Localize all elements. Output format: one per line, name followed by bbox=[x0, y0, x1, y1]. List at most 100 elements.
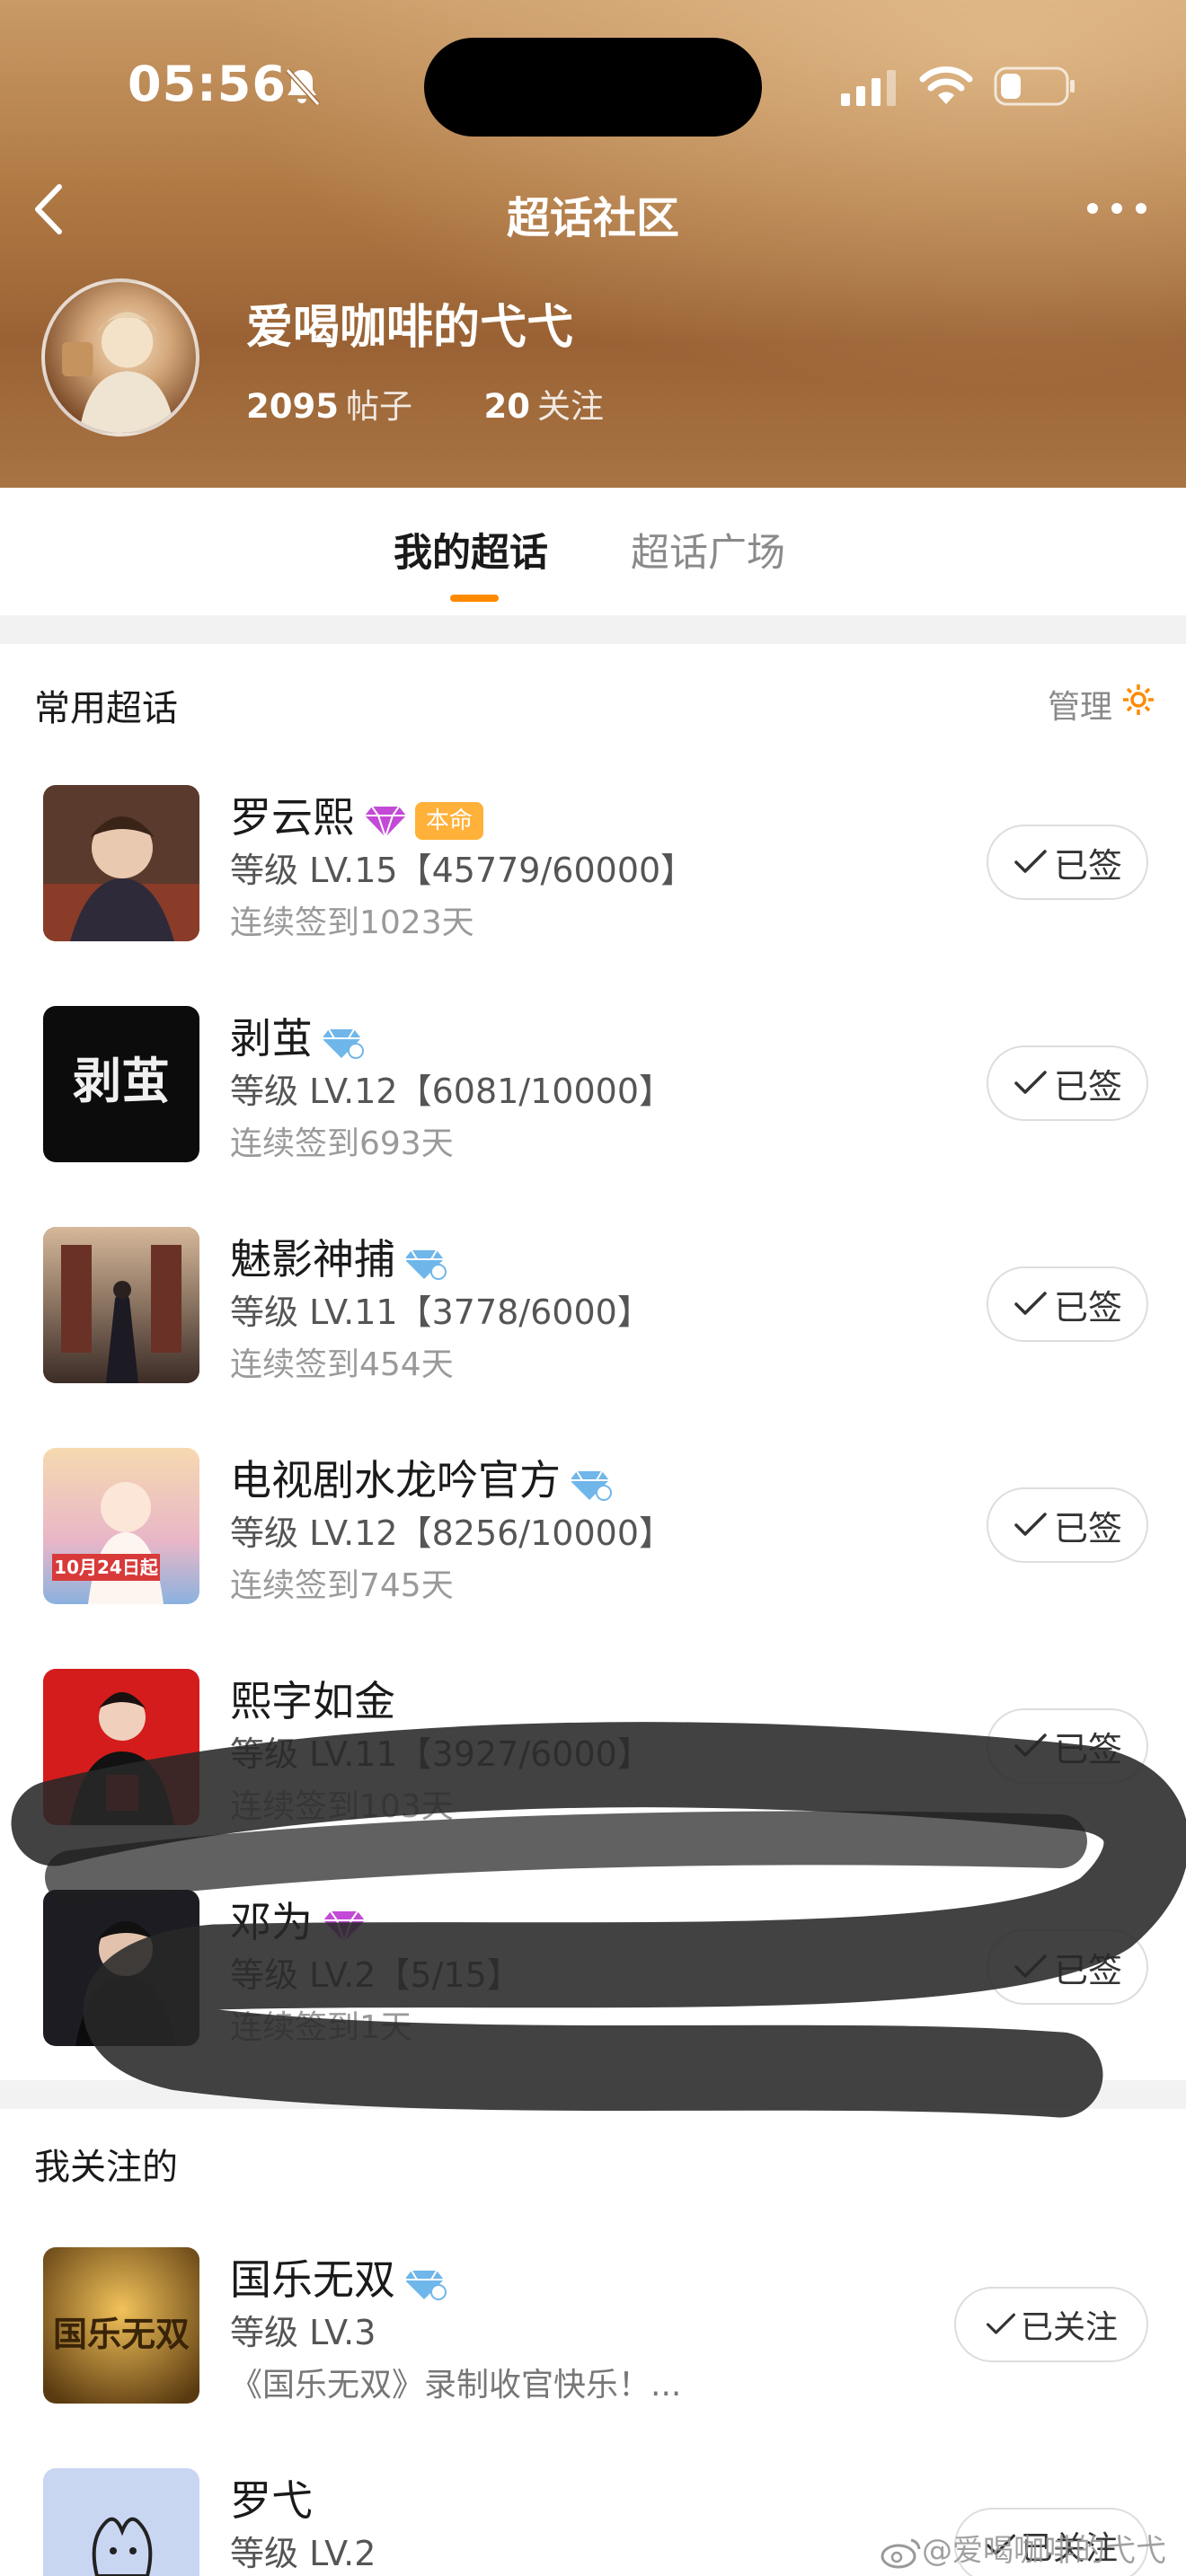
purple-diamond-icon bbox=[365, 805, 406, 839]
topic-level: 等级 LV.2 bbox=[230, 2534, 376, 2573]
checkin-streak: 连续签到693天 bbox=[230, 1125, 454, 1162]
topic-name-row: 国乐无双 bbox=[230, 2247, 447, 2307]
following-label[interactable]: 关注 bbox=[537, 387, 604, 426]
active-tab-indicator bbox=[450, 595, 499, 602]
signed-label: 已签 bbox=[1053, 1950, 1122, 1990]
check-icon bbox=[1014, 1292, 1047, 1315]
list-item[interactable]: 邓为 等级 LV.2【5/15】 连续签到1天 已签 bbox=[0, 1890, 1186, 2111]
thumb-date-text: 10月24日起 bbox=[54, 1557, 159, 1578]
signed-label: 已签 bbox=[1053, 1508, 1122, 1548]
checkin-streak: 连续签到1天 bbox=[230, 2009, 412, 2046]
topic-name-row: 罗弋 bbox=[230, 2468, 313, 2527]
topic-name[interactable]: 剥茧 bbox=[230, 1014, 313, 1063]
status-time: 05:56 bbox=[128, 56, 287, 112]
blue-diamond-icon bbox=[406, 2269, 447, 2300]
manage-button[interactable]: 管理 bbox=[1048, 681, 1112, 728]
frequent-section-title: 常用超话 bbox=[34, 688, 178, 729]
following-count[interactable]: 20 bbox=[484, 387, 531, 426]
topic-name[interactable]: 国乐无双 bbox=[230, 2255, 395, 2304]
page-title: 超话社区 bbox=[506, 193, 679, 243]
topic-name[interactable]: 熙字如金 bbox=[230, 1677, 395, 1725]
signed-label: 已签 bbox=[1053, 1287, 1122, 1328]
list-item[interactable]: 10月24日起 电视剧水龙吟官方 等级 LV.12【8256/10000】 连续… bbox=[0, 1448, 1186, 1669]
signed-button[interactable]: 已签 bbox=[987, 825, 1148, 900]
signed-button[interactable]: 已签 bbox=[987, 1708, 1148, 1784]
topic-name[interactable]: 罗弋 bbox=[230, 2476, 313, 2525]
topic-level: 等级 LV.11【3927/6000】 bbox=[230, 1734, 651, 1774]
watermark-text: @爱喝咖啡的弋弋 bbox=[922, 2533, 1166, 2569]
list-item[interactable]: 国乐无双 国乐无双 等级 LV.3 《国乐无双》录制收官快乐！... 已关注 bbox=[0, 2247, 1186, 2468]
bell-muted-icon bbox=[285, 67, 321, 107]
check-icon bbox=[1014, 1513, 1047, 1536]
user-avatar[interactable] bbox=[41, 278, 199, 437]
blue-diamond-icon bbox=[406, 1248, 447, 1280]
topic-level: 等级 LV.12【6081/10000】 bbox=[230, 1072, 673, 1111]
check-icon bbox=[987, 2313, 1015, 2334]
thumb-title-text: 剥茧 bbox=[73, 1052, 170, 1109]
purple-diamond-icon bbox=[323, 1910, 365, 1944]
topic-name[interactable]: 邓为 bbox=[230, 1898, 313, 1946]
topic-name-row: 魅影神捕 bbox=[230, 1227, 447, 1286]
topic-level: 等级 LV.2【5/15】 bbox=[230, 1955, 521, 1995]
topic-thumbnail[interactable]: 国乐无双 bbox=[43, 2247, 199, 2404]
list-item[interactable]: 剥茧 剥茧 等级 LV.12【6081/10000】 连续签到693天 已签 bbox=[0, 1006, 1186, 1227]
user-name[interactable]: 爱喝咖啡的弋弋 bbox=[246, 289, 573, 357]
topic-thumbnail[interactable]: 10月24日起 bbox=[43, 1448, 199, 1604]
battery-icon bbox=[994, 66, 1075, 106]
user-stats: 2095 帖子 20 关注 bbox=[246, 379, 604, 428]
check-icon bbox=[1014, 850, 1047, 873]
checkin-streak: 连续签到745天 bbox=[230, 1567, 454, 1604]
topic-level: 等级 LV.15【45779/60000】 bbox=[230, 851, 695, 890]
signed-button[interactable]: 已签 bbox=[987, 1045, 1148, 1121]
signed-label: 已签 bbox=[1053, 845, 1122, 886]
signed-button[interactable]: 已签 bbox=[987, 1487, 1148, 1563]
topic-name-row: 邓为 bbox=[230, 1890, 365, 1949]
topic-thumbnail[interactable] bbox=[43, 2468, 199, 2576]
checkin-streak: 连续签到454天 bbox=[230, 1346, 454, 1383]
topic-name[interactable]: 电视剧水龙吟官方 bbox=[230, 1456, 561, 1504]
topic-level: 等级 LV.11【3778/6000】 bbox=[230, 1292, 651, 1332]
more-options-icon[interactable] bbox=[1084, 190, 1150, 226]
gear-icon[interactable] bbox=[1120, 681, 1157, 719]
topic-latest-post: 《国乐无双》录制收官快乐！... bbox=[230, 2367, 682, 2404]
section-divider bbox=[0, 2080, 1186, 2109]
signed-label: 已签 bbox=[1053, 1729, 1122, 1769]
topic-level: 等级 LV.3 bbox=[230, 2313, 376, 2352]
posts-label[interactable]: 帖子 bbox=[346, 387, 412, 426]
followed-label: 已关注 bbox=[1020, 2309, 1118, 2346]
check-icon bbox=[1014, 1734, 1047, 1757]
blue-diamond-icon bbox=[323, 1028, 364, 1059]
list-item[interactable]: 罗云熙 本命 等级 LV.15【45779/60000】 连续签到1023天 已签 bbox=[0, 785, 1186, 1006]
check-icon bbox=[1014, 1071, 1047, 1094]
topic-name-row: 剥茧 bbox=[230, 1006, 365, 1065]
tab-bar: 我的超话 超话广场 bbox=[0, 488, 1186, 615]
followed-button[interactable]: 已关注 bbox=[954, 2287, 1148, 2362]
topic-thumbnail[interactable] bbox=[43, 1669, 199, 1825]
profile-header: 05:56 超话社区 爱喝咖啡的弋弋 2095 帖子 20 关注 bbox=[0, 0, 1186, 488]
list-item[interactable]: 魅影神捕 等级 LV.11【3778/6000】 连续签到454天 已签 bbox=[0, 1227, 1186, 1448]
weibo-watermark: @爱喝咖啡的弋弋 bbox=[881, 2526, 1166, 2570]
check-icon bbox=[1014, 1954, 1047, 1978]
posts-count[interactable]: 2095 bbox=[246, 387, 339, 426]
topic-name[interactable]: 魅影神捕 bbox=[230, 1235, 395, 1284]
topic-name[interactable]: 罗云熙 bbox=[230, 793, 354, 842]
list-item[interactable]: 熙字如金 等级 LV.11【3927/6000】 连续签到103天 已签 bbox=[0, 1669, 1186, 1890]
topic-name-row: 熙字如金 bbox=[230, 1669, 395, 1728]
cellular-signal-icon bbox=[841, 70, 896, 106]
dynamic-island bbox=[424, 38, 762, 137]
thumb-title-text: 国乐无双 bbox=[53, 2314, 190, 2354]
topic-thumbnail[interactable] bbox=[43, 785, 199, 941]
checkin-streak: 连续签到1023天 bbox=[230, 904, 474, 941]
signed-button[interactable]: 已签 bbox=[987, 1266, 1148, 1342]
weibo-logo-icon bbox=[881, 2538, 921, 2568]
topic-name-row: 罗云熙 本命 bbox=[230, 785, 484, 844]
following-section-title: 我关注的 bbox=[34, 2147, 178, 2188]
topic-thumbnail[interactable]: 剥茧 bbox=[43, 1006, 199, 1162]
topic-thumbnail[interactable] bbox=[43, 1890, 199, 2046]
checkin-streak: 连续签到103天 bbox=[230, 1788, 454, 1825]
topic-thumbnail[interactable] bbox=[43, 1227, 199, 1383]
signed-label: 已签 bbox=[1053, 1066, 1122, 1107]
tab-supertopic-square[interactable]: 超话广场 bbox=[631, 522, 785, 578]
tab-my-supertopics[interactable]: 我的超话 bbox=[394, 522, 548, 578]
signed-button[interactable]: 已签 bbox=[987, 1929, 1148, 2005]
